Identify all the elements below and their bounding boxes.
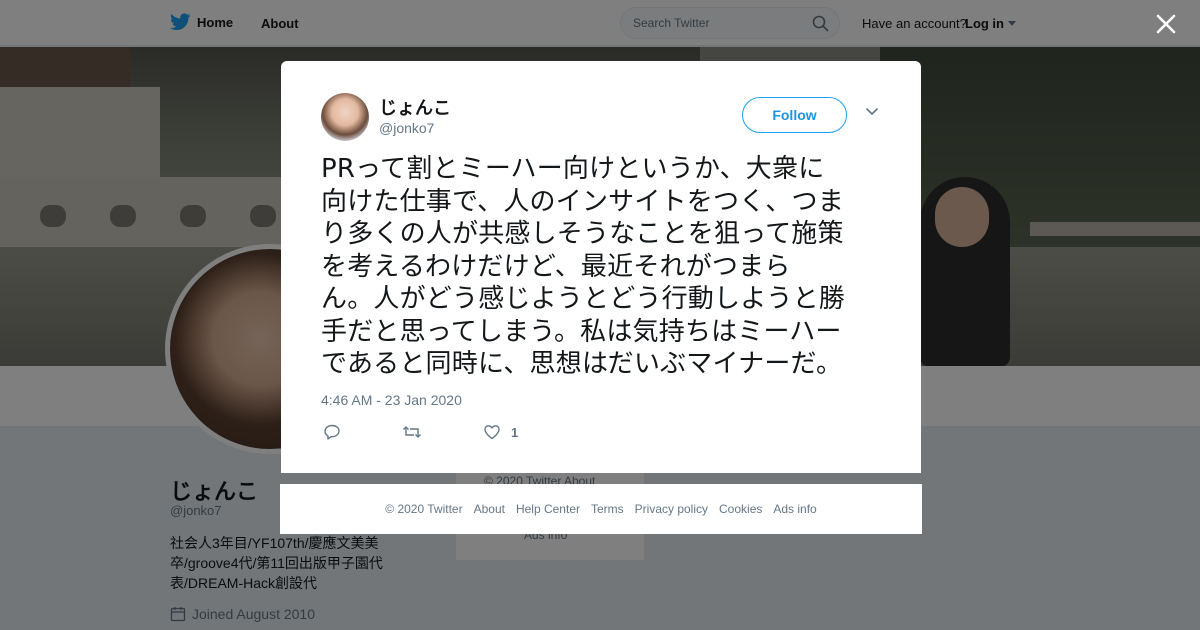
footer-copyright: © 2020 Twitter — [385, 502, 463, 516]
tweet-text-line: ん。人がどう感じようとどう行動しようと勝 — [321, 284, 846, 314]
tweet-author-avatar[interactable] — [321, 93, 369, 141]
footer-about-link[interactable]: About — [474, 502, 505, 516]
tweet-text-line: り多くの人が共感しそうなことを狙って施策 — [321, 219, 844, 249]
chevron-down-icon[interactable] — [865, 107, 879, 117]
retweet-icon[interactable] — [402, 423, 422, 441]
tweet-text: PRって割とミーハー向けというか、大衆に 向けた仕事で、人のインサイトをつく、つ… — [321, 153, 891, 381]
footer-privacy-link[interactable]: Privacy policy — [635, 502, 708, 516]
tweet-author-name[interactable]: じょんこ — [379, 94, 451, 120]
footer-help-center-link[interactable]: Help Center — [516, 502, 580, 516]
reply-icon[interactable] — [323, 423, 341, 441]
tweet-author-handle[interactable]: @jonko7 — [379, 120, 434, 136]
tweet-modal: じょんこ @jonko7 Follow PRって割とミーハー向けというか、大衆に… — [281, 61, 921, 473]
follow-button[interactable]: Follow — [742, 97, 847, 133]
like-count[interactable]: 1 — [511, 425, 518, 440]
tweet-timestamp[interactable]: 4:46 AM - 23 Jan 2020 — [321, 392, 462, 408]
tweet-text-line: PRって割とミーハー向けというか、大衆に — [321, 154, 825, 184]
tweet-text-line: であると同時に、思想はだいぶマイナーだ。 — [321, 349, 843, 379]
tweet-text-line: 向けた仕事で、人のインサイトをつく、つま — [321, 186, 844, 217]
footer-cookies-link[interactable]: Cookies — [719, 502, 762, 516]
heart-icon[interactable] — [483, 423, 501, 441]
footer-links: © 2020 Twitter About Help Center Terms P… — [280, 484, 922, 534]
footer-ads-info-link[interactable]: Ads info — [773, 502, 816, 516]
tweet-text-line: 手だと思ってしまう。私は気持ちはミーハー — [321, 316, 842, 347]
close-icon[interactable] — [1153, 11, 1179, 37]
footer-terms-link[interactable]: Terms — [591, 502, 624, 516]
tweet-text-line: を考えるわけだけど、最近それがつまら — [321, 251, 791, 282]
